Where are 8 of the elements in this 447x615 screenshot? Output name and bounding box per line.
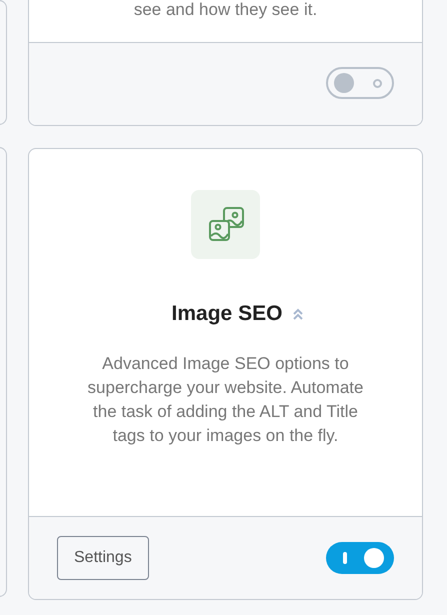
card-title: Image SEO: [172, 301, 282, 327]
card-description: see and how they see it.: [134, 0, 318, 20]
settings-button[interactable]: Settings: [57, 536, 149, 580]
toggle-switch[interactable]: [326, 542, 394, 574]
card-description: Advanced Image SEO options to supercharge your website. Automate the task of adding the ALT and Title tags to your images on the fly.: [86, 352, 364, 446]
toggle-switch[interactable]: [326, 67, 394, 99]
images-icon: [191, 190, 260, 259]
double-chevron-up-icon: [292, 306, 304, 321]
